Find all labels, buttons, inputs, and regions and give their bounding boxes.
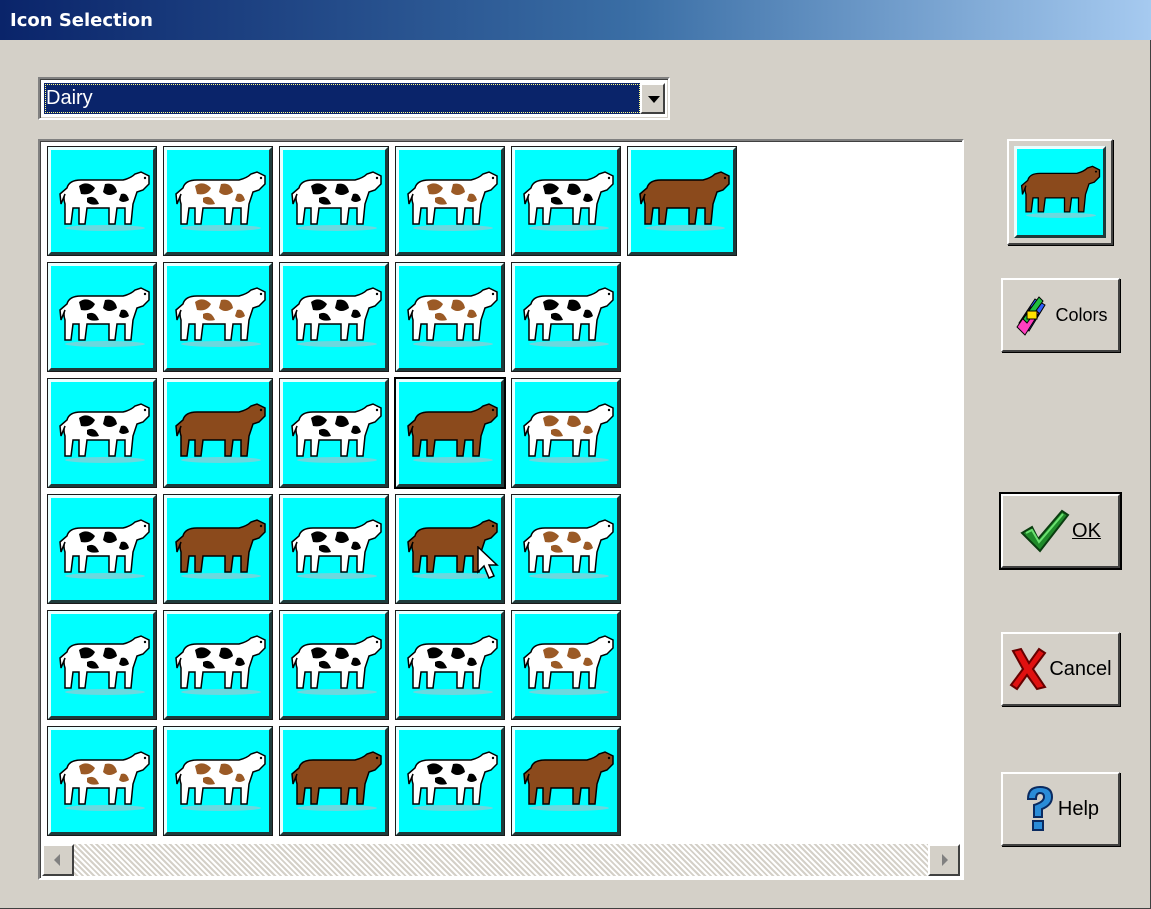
- icon-grid: [47, 146, 744, 843]
- icon-tile[interactable]: [163, 494, 273, 604]
- red-x-icon: [1009, 647, 1047, 691]
- icon-tile[interactable]: [511, 726, 621, 836]
- icon-tile[interactable]: [47, 146, 157, 256]
- icon-tile[interactable]: [47, 378, 157, 488]
- arrow-left-icon: [54, 854, 60, 866]
- help-button[interactable]: Help: [1001, 772, 1120, 846]
- icon-tile[interactable]: [395, 494, 505, 604]
- icon-tile[interactable]: [163, 378, 273, 488]
- icon-grid-row: [47, 610, 744, 727]
- help-button-label: Help: [1057, 797, 1100, 820]
- icon-tile[interactable]: [279, 146, 389, 256]
- scroll-left-button[interactable]: [42, 844, 74, 876]
- icon-tile[interactable]: [47, 494, 157, 604]
- ok-button-label: OK: [1072, 519, 1101, 542]
- icon-grid-row: [47, 494, 744, 611]
- icon-tile[interactable]: [279, 610, 389, 720]
- icon-tile[interactable]: [163, 726, 273, 836]
- cancel-button-label: Cancel: [1049, 657, 1112, 680]
- icon-tile[interactable]: [511, 494, 621, 604]
- icon-grid-panel: [38, 139, 964, 880]
- horizontal-scrollbar[interactable]: [42, 844, 960, 876]
- ok-button[interactable]: OK: [999, 492, 1122, 570]
- icon-grid-row: [47, 146, 744, 263]
- icon-tile[interactable]: [395, 262, 505, 372]
- icon-tile[interactable]: [47, 726, 157, 836]
- icon-tile[interactable]: [511, 146, 621, 256]
- arrow-right-icon: [942, 854, 948, 866]
- icon-tile[interactable]: [395, 146, 505, 256]
- title-bar: Icon Selection: [0, 0, 1151, 40]
- colors-button-label: Colors: [1055, 304, 1108, 325]
- icon-tile[interactable]: [163, 610, 273, 720]
- window-title: Icon Selection: [10, 10, 153, 31]
- cancel-button[interactable]: Cancel: [1001, 632, 1120, 706]
- icon-tile[interactable]: [163, 146, 273, 256]
- icon-tile[interactable]: [511, 378, 621, 488]
- colors-button[interactable]: Colors: [1001, 278, 1120, 352]
- checkmark-icon: [1020, 509, 1070, 553]
- icon-tile[interactable]: [47, 262, 157, 372]
- question-mark-icon: [1022, 785, 1056, 833]
- icon-tile[interactable]: [279, 378, 389, 488]
- icon-tile[interactable]: [47, 610, 157, 720]
- scroll-right-button[interactable]: [928, 844, 960, 876]
- chevron-down-icon: [648, 96, 660, 103]
- icon-tile[interactable]: [279, 726, 389, 836]
- icon-grid-row: [47, 377, 744, 495]
- icon-tile[interactable]: [395, 726, 505, 836]
- icon-tile[interactable]: [394, 377, 506, 489]
- icon-tile[interactable]: [279, 262, 389, 372]
- icon-tile[interactable]: [395, 610, 505, 720]
- palette-icon: [1013, 293, 1053, 337]
- icon-tile[interactable]: [511, 610, 621, 720]
- selected-icon-preview: [1007, 139, 1113, 245]
- icon-grid-row: [47, 726, 744, 843]
- preview-tile: [1014, 146, 1106, 238]
- dropdown-arrow-button[interactable]: [640, 83, 665, 114]
- category-dropdown[interactable]: Dairy: [38, 77, 670, 120]
- icon-tile[interactable]: [627, 146, 737, 256]
- icon-tile[interactable]: [163, 262, 273, 372]
- icon-selection-dialog: Icon Selection Dairy Colors OK Cancel He…: [0, 0, 1151, 909]
- icon-tile[interactable]: [511, 262, 621, 372]
- icon-tile[interactable]: [279, 494, 389, 604]
- icon-grid-row: [47, 262, 744, 379]
- category-dropdown-value[interactable]: Dairy: [44, 83, 641, 114]
